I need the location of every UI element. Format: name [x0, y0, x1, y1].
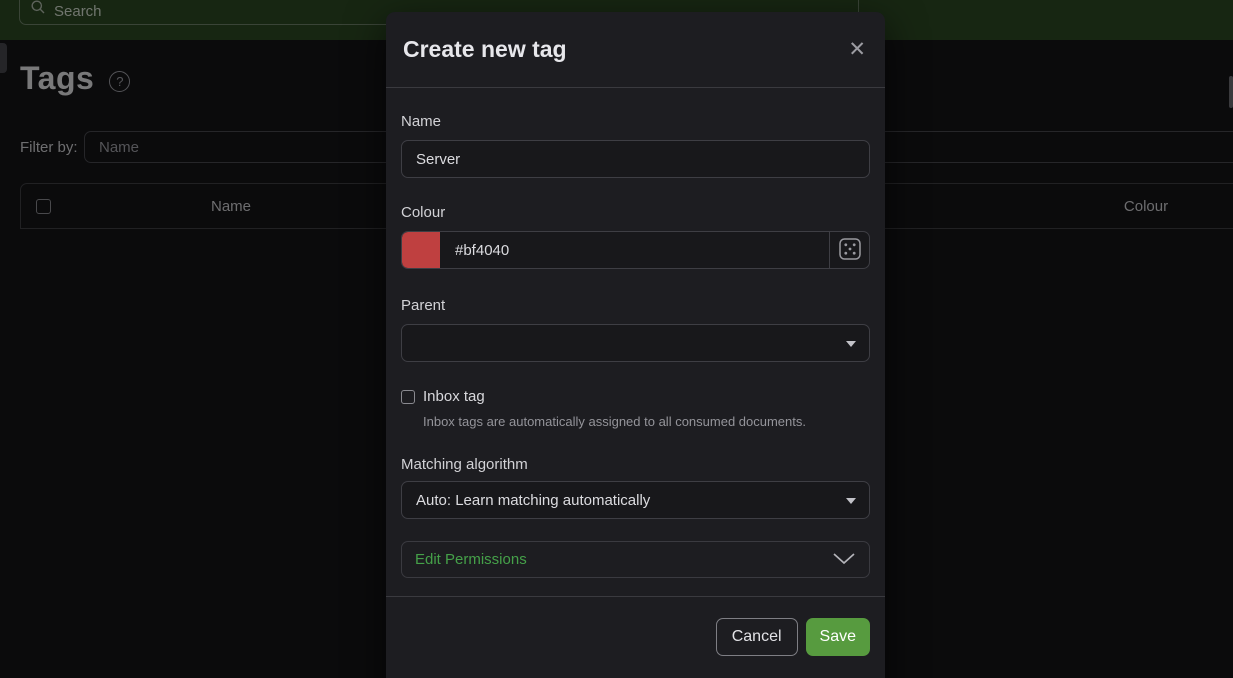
modal-title: Create new tag — [403, 36, 567, 63]
modal-body: Name Colour — [386, 88, 885, 578]
matching-field-group: Matching algorithm Auto: Learn matching … — [401, 456, 870, 519]
name-field-group: Name — [401, 113, 870, 178]
matching-select-value: Auto: Learn matching automatically — [416, 492, 650, 509]
parent-field-group: Parent — [401, 297, 870, 362]
inbox-tag-label: Inbox tag — [423, 388, 485, 405]
chevron-down-icon — [846, 341, 856, 347]
app-screen: Search Tags ? Filter by: Name Colour Cre… — [0, 0, 1233, 678]
save-button[interactable]: Save — [806, 618, 870, 656]
edit-permissions-label: Edit Permissions — [415, 551, 527, 568]
dice-icon — [839, 238, 861, 263]
chevron-down-icon — [832, 552, 856, 568]
inbox-tag-group: Inbox tag Inbox tags are automatically a… — [401, 388, 870, 429]
tag-name-input[interactable] — [401, 140, 870, 178]
matching-algorithm-label: Matching algorithm — [401, 456, 870, 473]
name-label: Name — [401, 113, 870, 130]
modal-footer: Cancel Save — [386, 596, 885, 677]
close-icon[interactable]: ✕ — [846, 37, 868, 62]
colour-label: Colour — [401, 204, 870, 221]
inbox-tag-row: Inbox tag — [401, 388, 870, 405]
colour-input-group — [401, 231, 870, 269]
parent-label: Parent — [401, 297, 870, 314]
random-colour-button[interactable] — [829, 232, 869, 268]
create-tag-modal: Create new tag ✕ Name Colour — [386, 12, 885, 678]
colour-swatch — [402, 232, 440, 268]
cancel-button[interactable]: Cancel — [716, 618, 798, 656]
colour-hex-input[interactable] — [440, 232, 829, 268]
modal-header: Create new tag ✕ — [386, 12, 885, 88]
matching-algorithm-select[interactable]: Auto: Learn matching automatically — [401, 481, 870, 519]
inbox-tag-hint: Inbox tags are automatically assigned to… — [423, 414, 870, 429]
inbox-tag-checkbox[interactable] — [401, 390, 415, 404]
edit-permissions-accordion[interactable]: Edit Permissions — [401, 541, 870, 578]
colour-field-group: Colour — [401, 204, 870, 269]
chevron-down-icon — [846, 498, 856, 504]
parent-select[interactable] — [401, 324, 870, 362]
